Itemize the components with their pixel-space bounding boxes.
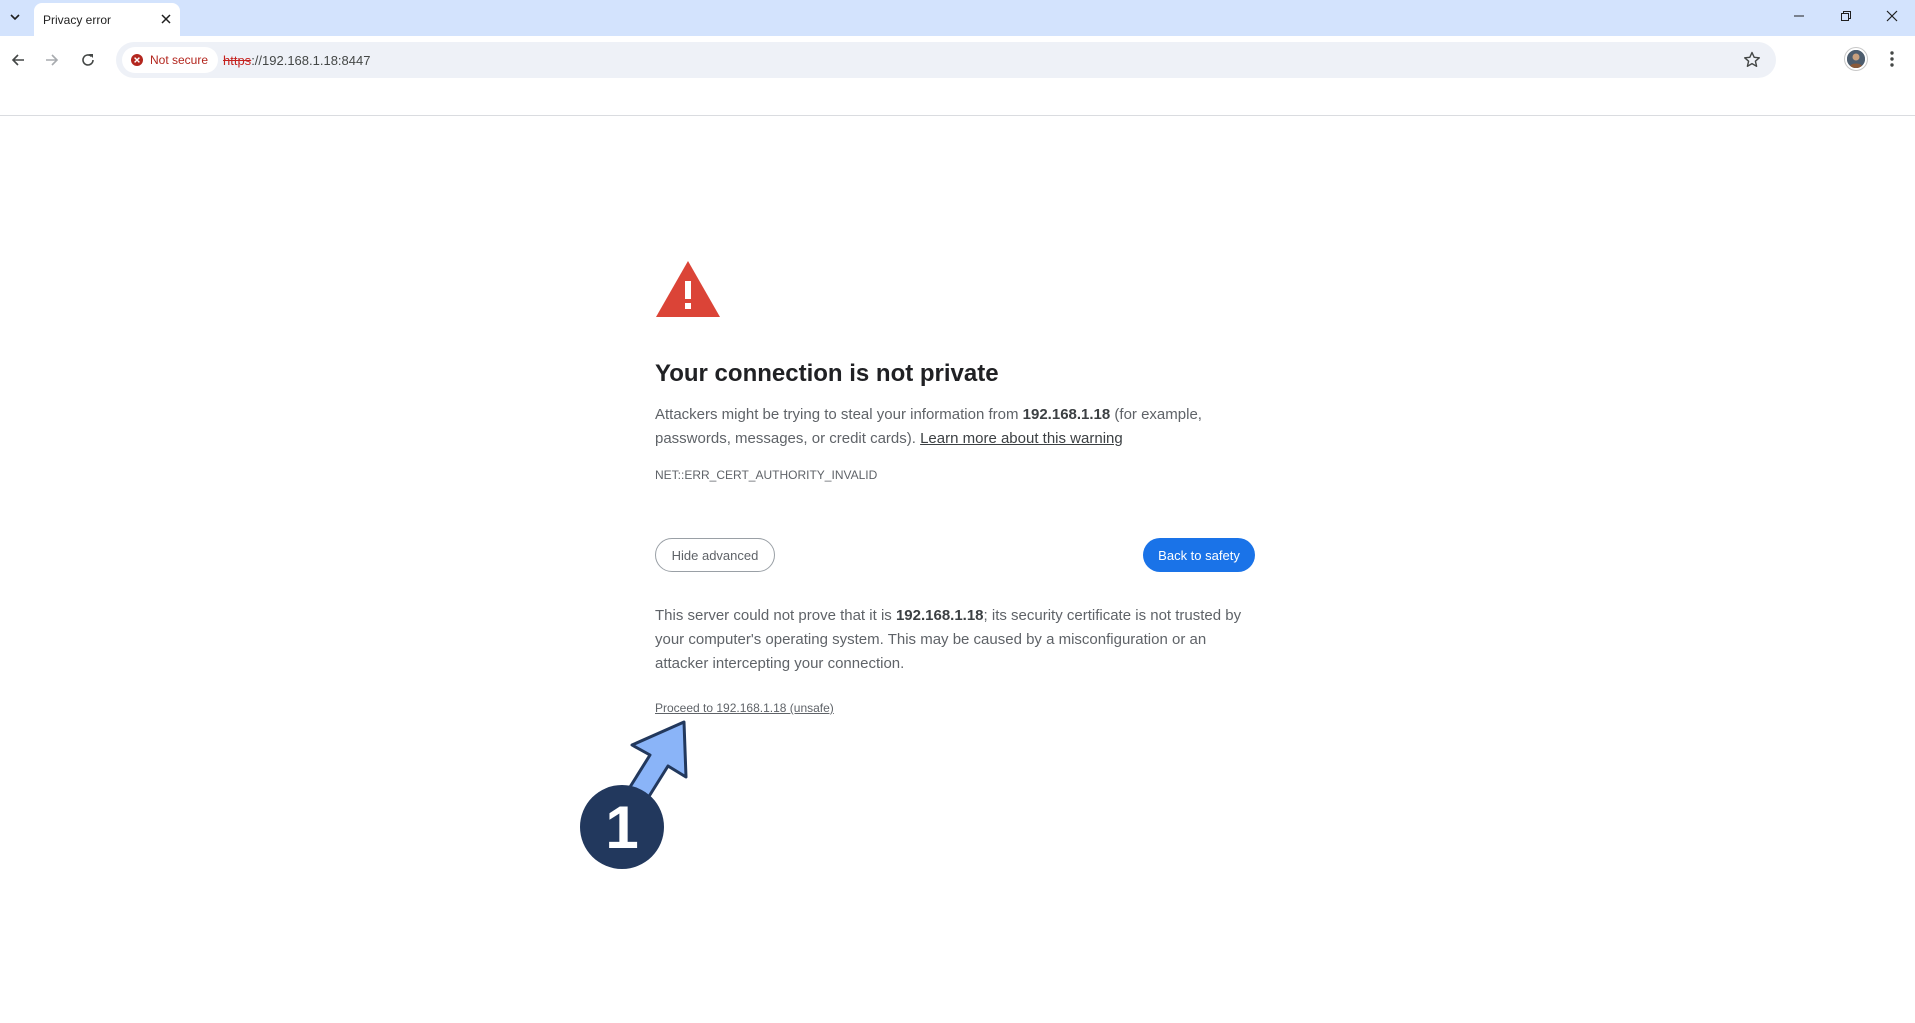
more-vertical-icon xyxy=(1890,51,1894,67)
address-bar[interactable]: Not secure https://192.168.1.18:8447 xyxy=(116,42,1776,78)
close-icon xyxy=(161,14,171,24)
minimize-button[interactable] xyxy=(1779,0,1819,32)
details-text: This server could not prove that it is xyxy=(655,607,896,624)
chevron-down-icon xyxy=(10,14,20,21)
profile-avatar[interactable] xyxy=(1845,48,1867,70)
url-scheme: https xyxy=(223,53,252,68)
certificate-details: This server could not prove that it is 1… xyxy=(655,604,1255,676)
step-number-marker: 1 xyxy=(580,785,664,869)
close-icon xyxy=(1886,10,1898,22)
reload-icon xyxy=(82,54,94,66)
hide-advanced-button[interactable]: Hide advanced xyxy=(655,538,775,572)
forward-button[interactable] xyxy=(38,46,66,74)
security-chip[interactable]: Not secure xyxy=(122,47,219,73)
intro-text: Attackers might be trying to steal your … xyxy=(655,406,1023,423)
restore-icon xyxy=(1841,11,1851,21)
learn-more-link[interactable]: Learn more about this warning xyxy=(920,430,1123,447)
back-button[interactable] xyxy=(4,46,32,74)
security-label: Not secure xyxy=(150,53,209,67)
error-code: NET::ERR_CERT_AUTHORITY_INVALID xyxy=(655,468,878,482)
url-text[interactable]: https://192.168.1.18:8447 xyxy=(223,53,370,68)
profile-icon xyxy=(1847,50,1865,68)
details-host-name: 192.168.1.18 xyxy=(895,607,984,624)
browser-toolbar: Not secure https://192.168.1.18:8447 xyxy=(0,36,1915,116)
tab-title: Privacy error xyxy=(43,13,112,27)
minimize-icon xyxy=(1794,15,1804,17)
warning-description: Attackers might be trying to steal your … xyxy=(655,403,1255,451)
error-icon xyxy=(131,54,143,66)
url-host: ://192.168.1.18:8447 xyxy=(251,53,371,68)
close-window-button[interactable] xyxy=(1872,0,1912,32)
restore-button[interactable] xyxy=(1826,0,1866,32)
more-menu-button[interactable] xyxy=(1882,48,1902,70)
tab-search-button[interactable] xyxy=(2,3,28,31)
tab-strip: Privacy error xyxy=(0,0,1915,36)
arrow-right-icon xyxy=(46,54,59,66)
arrow-left-icon xyxy=(11,54,24,66)
back-to-safety-button[interactable]: Back to safety xyxy=(1143,538,1255,572)
bookmark-star-icon[interactable] xyxy=(1742,50,1762,70)
tab-privacy-error[interactable]: Privacy error xyxy=(34,3,180,36)
tab-close-button[interactable] xyxy=(156,9,176,29)
page-title: Your connection is not private xyxy=(655,360,999,387)
host-name: 192.168.1.18 xyxy=(1022,406,1111,423)
warning-triangle-icon xyxy=(656,261,720,317)
reload-button[interactable] xyxy=(74,46,102,74)
